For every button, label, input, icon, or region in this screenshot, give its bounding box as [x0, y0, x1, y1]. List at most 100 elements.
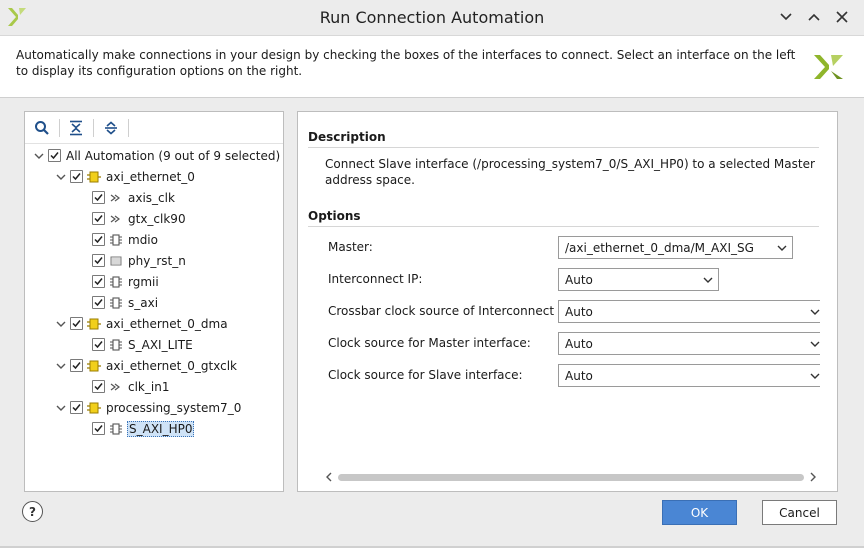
- checkmark-icon: [94, 299, 103, 307]
- chevron-down-icon: [780, 13, 792, 21]
- tree-item-rgmii[interactable]: rgmii: [92, 271, 160, 292]
- checkmark-icon: [94, 215, 103, 223]
- ip-block-icon: [87, 317, 101, 331]
- tree-toolbar: [25, 112, 283, 144]
- bus-interface-icon: [109, 275, 123, 289]
- tree-root-all-automation[interactable]: All Automation (9 out of 9 selected): [33, 145, 281, 166]
- section-divider: [308, 226, 819, 227]
- checkmark-icon: [72, 362, 81, 370]
- expand-all-icon: [105, 121, 117, 135]
- search-button[interactable]: [33, 119, 51, 137]
- ok-button[interactable]: OK: [662, 500, 737, 525]
- tree-item-axi-ethernet-0-dma[interactable]: axi_ethernet_0_dma: [55, 313, 229, 334]
- tree-checkbox[interactable]: [92, 233, 105, 246]
- bus-interface-icon: [109, 422, 123, 436]
- tree-item-s-axi-hp0[interactable]: S_AXI_HP0: [92, 418, 195, 439]
- title-bar: Run Connection Automation: [0, 0, 864, 36]
- tree-item-label: axis_clk: [128, 190, 175, 205]
- toolbar-separator: [128, 119, 129, 137]
- close-button[interactable]: [831, 6, 853, 28]
- chevron-right-icon[interactable]: [808, 472, 818, 482]
- toolbar-separator: [59, 119, 60, 137]
- maximize-button[interactable]: [803, 6, 825, 28]
- clock-port-icon: [109, 212, 123, 226]
- crossbar-clock-value: Auto: [565, 304, 593, 319]
- reset-port-icon: [109, 254, 123, 268]
- cancel-button[interactable]: Cancel: [762, 500, 837, 525]
- description-text: Connect Slave interface (/processing_sys…: [325, 157, 815, 187]
- checkmark-icon: [72, 320, 81, 328]
- checkmark-icon: [94, 278, 103, 286]
- tree-item-label: rgmii: [128, 274, 159, 289]
- slave-clock-value: Auto: [565, 368, 593, 383]
- master-dropdown[interactable]: /axi_ethernet_0_dma/M_AXI_SG: [558, 236, 793, 259]
- chevron-down-icon[interactable]: [55, 402, 67, 414]
- tree-item-label: S_AXI_LITE: [128, 337, 193, 352]
- checkmark-icon: [94, 194, 103, 202]
- tree-checkbox[interactable]: [92, 380, 105, 393]
- interconnect-ip-label: Interconnect IP:: [328, 272, 423, 286]
- description-heading: Description: [308, 130, 386, 144]
- chevron-down-icon: [810, 341, 820, 347]
- tree-item-mdio[interactable]: mdio: [92, 229, 159, 250]
- tree-checkbox[interactable]: [92, 338, 105, 351]
- tree-item-label: gtx_clk90: [128, 211, 186, 226]
- tree-item-label: axi_ethernet_0_gtxclk: [106, 358, 238, 373]
- tree-checkbox[interactable]: [92, 191, 105, 204]
- chevron-down-icon[interactable]: [55, 318, 67, 330]
- expand-all-button[interactable]: [102, 119, 120, 137]
- tree-item-s-axi-lite[interactable]: S_AXI_LITE: [92, 334, 194, 355]
- ip-block-icon: [87, 359, 101, 373]
- tree-checkbox[interactable]: [92, 422, 105, 435]
- tree-checkbox[interactable]: [70, 359, 83, 372]
- chevron-left-icon[interactable]: [324, 472, 334, 482]
- tree-checkbox[interactable]: [92, 275, 105, 288]
- chevron-down-icon: [810, 373, 820, 379]
- tree-checkbox[interactable]: [48, 149, 61, 162]
- interconnect-ip-value: Auto: [565, 272, 593, 287]
- collapse-all-button[interactable]: [67, 119, 85, 137]
- scrollbar-thumb[interactable]: [338, 474, 804, 481]
- checkmark-icon: [94, 257, 103, 265]
- slave-clock-dropdown[interactable]: Auto: [558, 364, 820, 387]
- interconnect-ip-dropdown[interactable]: Auto: [558, 268, 719, 291]
- chevron-down-icon: [777, 245, 787, 251]
- tree-item-label-selected: S_AXI_HP0: [127, 420, 195, 437]
- tree-checkbox[interactable]: [92, 212, 105, 225]
- tree-item-clk-in1[interactable]: clk_in1: [92, 376, 170, 397]
- tree-item-phy-rst-n[interactable]: phy_rst_n: [92, 250, 187, 271]
- dialog-description: Automatically make connections in your d…: [16, 48, 796, 78]
- chevron-down-icon[interactable]: [55, 171, 67, 183]
- checkmark-icon: [94, 425, 103, 433]
- tree-item-label: mdio: [128, 232, 158, 247]
- section-divider: [308, 147, 819, 148]
- chevron-down-icon[interactable]: [55, 360, 67, 372]
- tree-checkbox[interactable]: [92, 254, 105, 267]
- tree-checkbox[interactable]: [92, 296, 105, 309]
- tree-checkbox[interactable]: [70, 401, 83, 414]
- tree-item-axi-ethernet-0[interactable]: axi_ethernet_0: [55, 166, 196, 187]
- clock-port-icon: [109, 380, 123, 394]
- bus-interface-icon: [109, 338, 123, 352]
- close-icon: [836, 11, 848, 23]
- master-dropdown-value: /axi_ethernet_0_dma/M_AXI_SG: [565, 240, 754, 255]
- options-heading: Options: [308, 209, 361, 223]
- tree-item-gtx-clk90[interactable]: gtx_clk90: [92, 208, 187, 229]
- horizontal-scrollbar[interactable]: [324, 470, 818, 485]
- tree-checkbox[interactable]: [70, 170, 83, 183]
- help-button[interactable]: ?: [22, 501, 43, 522]
- window-title: Run Connection Automation: [319, 8, 545, 27]
- tree-item-axis-clk[interactable]: axis_clk: [92, 187, 176, 208]
- tree-item-s-axi[interactable]: s_axi: [92, 292, 159, 313]
- chevron-down-icon: [810, 309, 820, 315]
- master-clock-dropdown[interactable]: Auto: [558, 332, 820, 355]
- checkmark-icon: [72, 173, 81, 181]
- crossbar-clock-dropdown[interactable]: Auto: [558, 300, 820, 323]
- tree-checkbox[interactable]: [70, 317, 83, 330]
- checkmark-icon: [72, 404, 81, 412]
- tree-item-processing-system7-0[interactable]: processing_system7_0: [55, 397, 242, 418]
- tree-item-label: All Automation (9 out of 9 selected): [66, 148, 281, 163]
- minimize-button[interactable]: [775, 6, 797, 28]
- tree-item-axi-ethernet-0-gtxclk[interactable]: axi_ethernet_0_gtxclk: [55, 355, 238, 376]
- chevron-down-icon[interactable]: [33, 150, 45, 162]
